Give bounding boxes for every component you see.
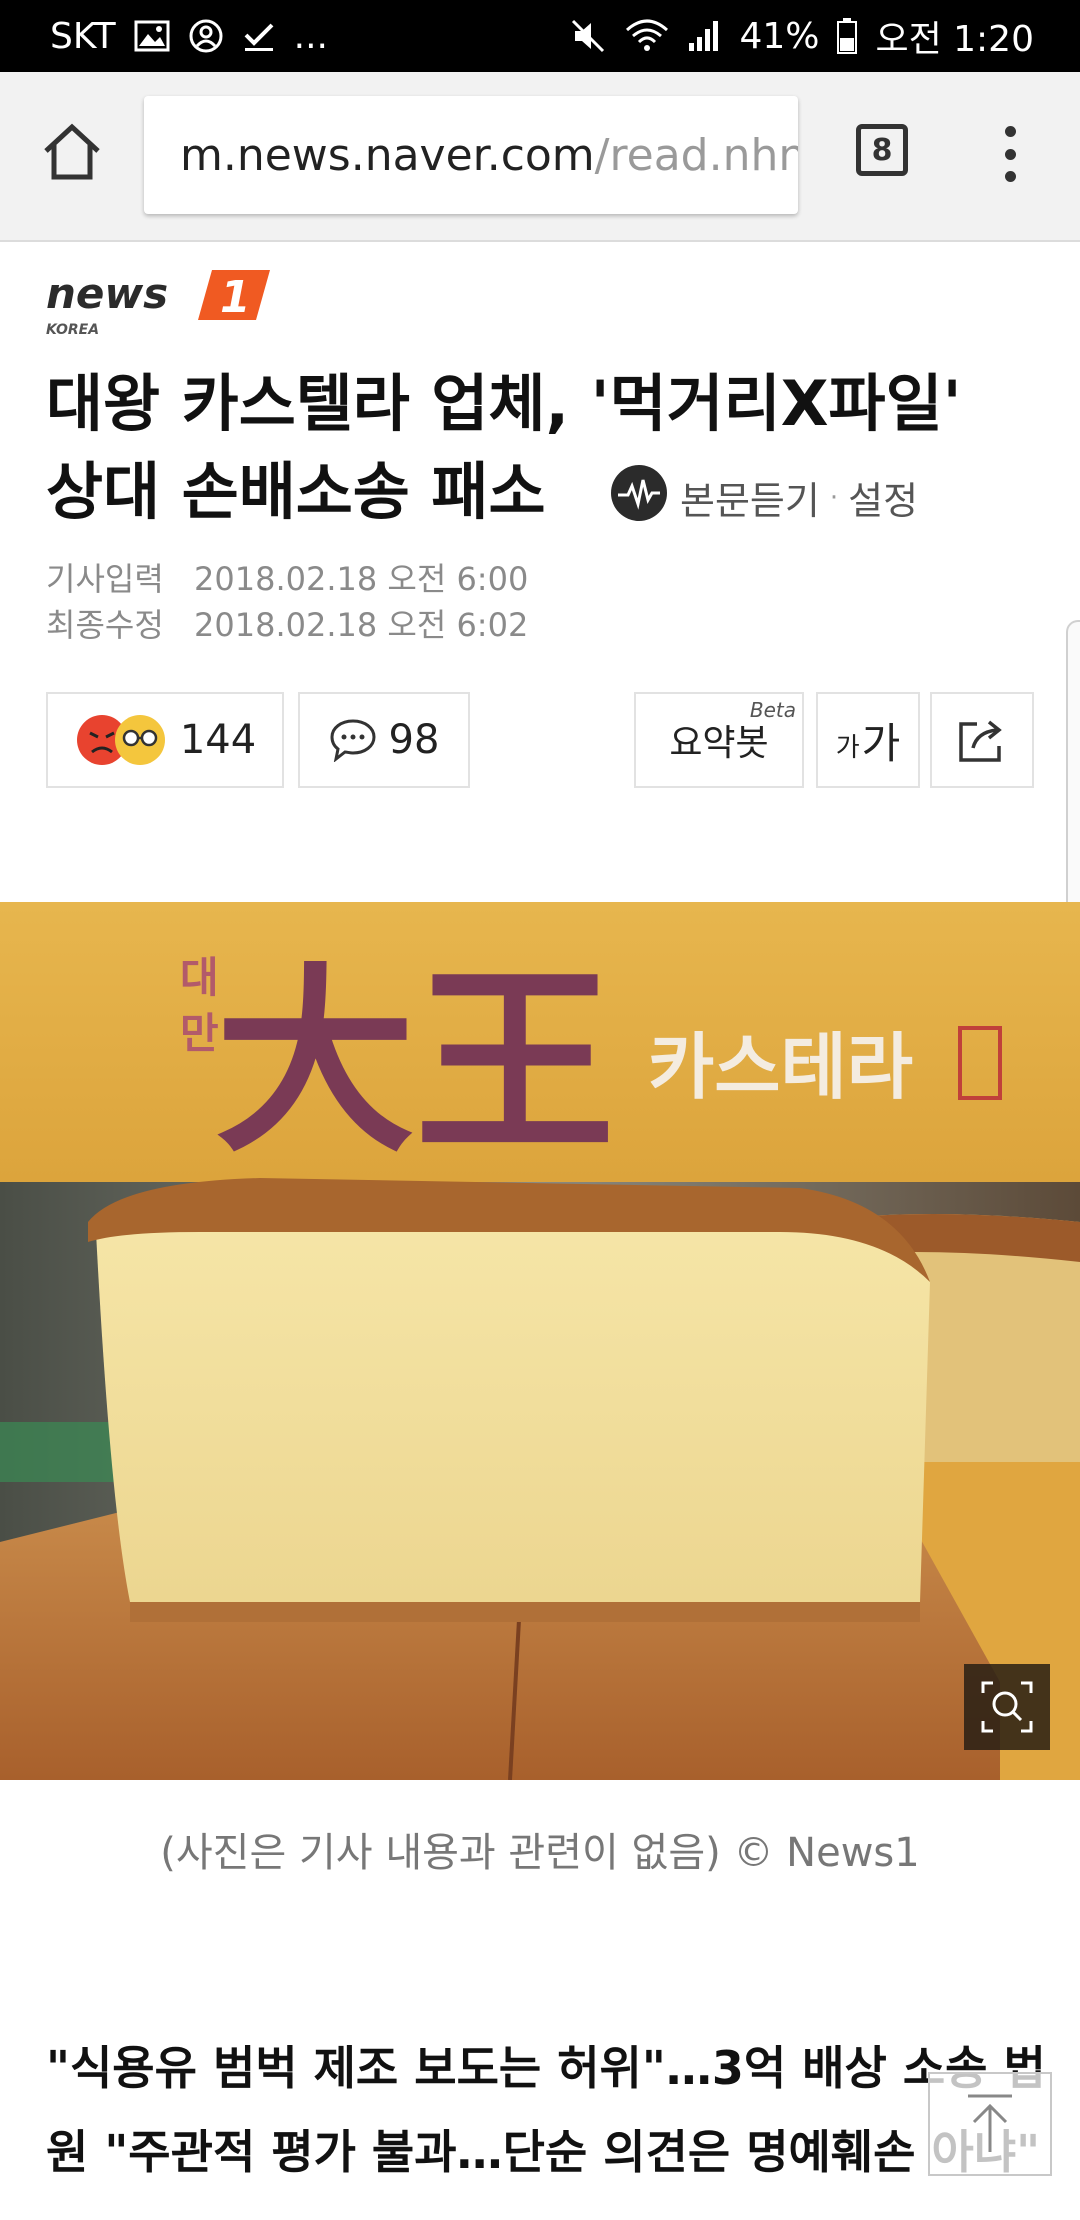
menu-dot (1004, 171, 1016, 182)
url-host: m.news.naver.com (180, 129, 595, 181)
zoom-icon (981, 1681, 1033, 1733)
check-icon (242, 16, 276, 56)
reaction-count: 144 (179, 717, 257, 763)
wifi-icon (625, 16, 669, 56)
menu-dot (1004, 148, 1016, 160)
account-icon (188, 16, 224, 56)
news1-logo[interactable]: news 1 KOREA (44, 262, 274, 340)
home-button[interactable] (36, 117, 108, 189)
tab-switcher-button[interactable]: 8 (856, 124, 908, 176)
listen-controls: 본문듣기 · 설정 (608, 462, 918, 533)
battery-icon (837, 16, 858, 56)
svg-text:만: 만 (180, 1009, 219, 1058)
clock: 오전 1:20 (875, 19, 1034, 60)
summary-bot-button[interactable]: 요약봇 Beta (634, 692, 804, 788)
overflow-indicator: ... (293, 15, 328, 57)
mute-icon (569, 16, 607, 56)
comment-icon (330, 719, 376, 762)
article-dates: 기사입력 2018.02.18 오전 6:00 최종수정 2018.02.18 오전… (46, 556, 528, 648)
headline-line2: 상대 손배소송 패소 (46, 455, 546, 528)
listen-settings-link[interactable]: 설정 (848, 470, 918, 525)
scroll-to-top-button[interactable] (928, 2072, 1052, 2176)
listen-icon[interactable] (608, 462, 670, 533)
sign-small-text: 대 (180, 953, 219, 1002)
status-bar: SKT ... 41% 오전 1:20 (0, 0, 1080, 72)
published-label: 기사입력 (46, 560, 164, 598)
sign-name-text: 카스테라 (648, 1025, 913, 1109)
published-value: 2018.02.18 오전 6:00 (194, 560, 529, 598)
article-photo[interactable]: 대 만 大王 카스테라 (0, 902, 1080, 1780)
photo-caption: (사진은 기사 내용과 관련이 없음) © News1 (160, 1830, 920, 1876)
menu-dot (1004, 126, 1016, 137)
article-subhead: "식용유 범벅 제조 보도는 허위"…3억 배상 소송 법원 "주관적 평가 불… (46, 2041, 1046, 2179)
signal-icon (687, 16, 721, 56)
modified-value: 2018.02.18 오전 6:02 (194, 606, 529, 644)
logo-sub: KOREA (46, 322, 99, 338)
url-path: /read.nhn (594, 129, 798, 181)
comment-button[interactable]: 98 (298, 692, 470, 788)
image-icon (134, 16, 170, 56)
separator: · (829, 482, 839, 513)
photo-zoom-button[interactable] (964, 1664, 1050, 1750)
arrow-up-icon (968, 2094, 1012, 2152)
logo-text: news (46, 269, 168, 318)
share-icon (959, 720, 1002, 762)
logo-num: 1 (220, 272, 251, 323)
home-icon (44, 123, 100, 180)
font-size-big: 가 (861, 718, 901, 768)
reaction-button[interactable]: 144 (46, 692, 284, 788)
share-button[interactable] (930, 692, 1034, 788)
reaction-emoji-icon (76, 715, 165, 765)
sign-big-text: 大王 (215, 945, 615, 1180)
beta-badge: Beta (749, 698, 796, 722)
font-size-small: 가 (835, 732, 860, 763)
battery-percent: 41% (739, 15, 820, 57)
listen-label[interactable]: 본문듣기 (680, 470, 820, 525)
font-size-button[interactable]: 가가 (816, 692, 920, 788)
comment-count: 98 (388, 717, 440, 763)
modified-label: 최종수정 (46, 606, 164, 644)
browser-toolbar: m.news.naver.com/read.nhn 8 (0, 72, 1080, 242)
headline-line1: 대왕 카스텔라 업체, '먹거리X파일' (46, 367, 962, 440)
url-field[interactable]: m.news.naver.com/read.nhn (144, 96, 798, 214)
more-menu-button[interactable] (990, 126, 1030, 182)
carrier-label: SKT (50, 15, 116, 57)
